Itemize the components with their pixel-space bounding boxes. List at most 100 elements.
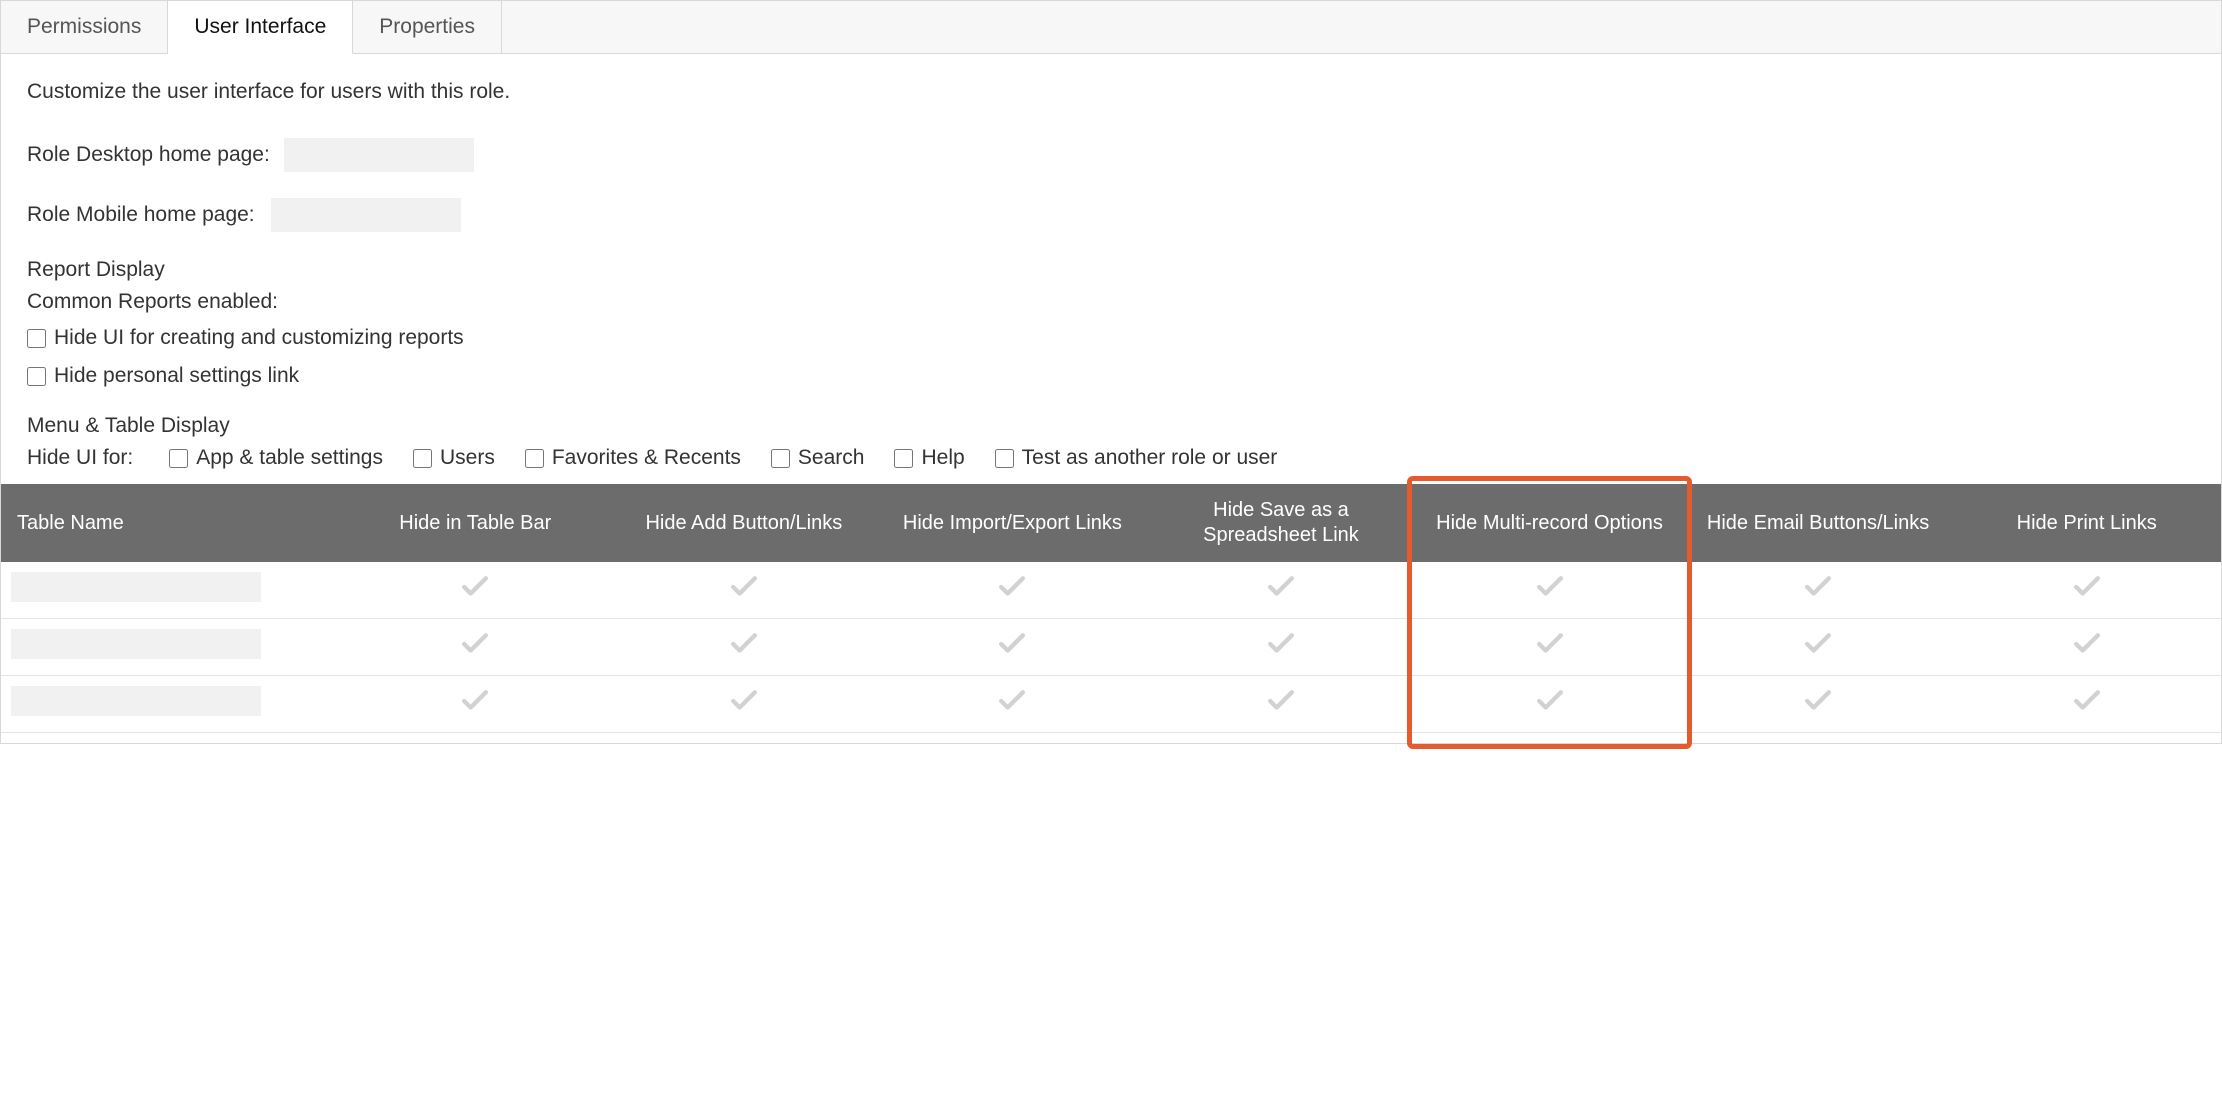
check-icon[interactable] — [462, 633, 488, 655]
cb-test-role[interactable]: Test as another role or user — [995, 446, 1278, 470]
th-hide-import: Hide Import/Export Links — [878, 484, 1147, 562]
table-header-row: Table Name Hide in Table Bar Hide Add Bu… — [1, 484, 2221, 562]
cell-toggle[interactable] — [1952, 562, 2221, 619]
cell-toggle[interactable] — [1415, 562, 1684, 619]
cell-toggle[interactable] — [610, 562, 879, 619]
cell-toggle[interactable] — [341, 676, 610, 733]
panel-description: Customize the user interface for users w… — [27, 80, 2195, 104]
cell-table-name — [1, 619, 341, 676]
cell-toggle[interactable] — [1684, 619, 1953, 676]
cell-table-name — [1, 562, 341, 619]
tab-properties[interactable]: Properties — [353, 1, 502, 53]
cb-users-label: Users — [440, 446, 495, 470]
cb-users[interactable]: Users — [413, 446, 495, 470]
check-icon[interactable] — [731, 576, 757, 598]
table-row — [1, 562, 2221, 619]
report-display-heading: Report Display — [27, 258, 2195, 282]
check-icon[interactable] — [731, 690, 757, 712]
cb-favorites[interactable]: Favorites & Recents — [525, 446, 741, 470]
check-icon[interactable] — [2074, 690, 2100, 712]
cb-favorites-label: Favorites & Recents — [552, 446, 741, 470]
cb-help-input[interactable] — [894, 449, 913, 468]
display-table: Table Name Hide in Table Bar Hide Add Bu… — [1, 484, 2221, 733]
desktop-home-label: Role Desktop home page: — [27, 143, 270, 167]
cell-toggle[interactable] — [1952, 676, 2221, 733]
check-icon[interactable] — [1805, 690, 1831, 712]
hide-personal-checkbox[interactable] — [27, 367, 46, 386]
cell-toggle[interactable] — [1684, 562, 1953, 619]
cell-toggle[interactable] — [1415, 676, 1684, 733]
check-icon[interactable] — [1805, 633, 1831, 655]
check-icon[interactable] — [1805, 576, 1831, 598]
cell-toggle[interactable] — [1684, 676, 1953, 733]
tab-permissions[interactable]: Permissions — [1, 1, 168, 53]
tab-user-interface[interactable]: User Interface — [168, 1, 353, 54]
cb-favorites-input[interactable] — [525, 449, 544, 468]
cb-users-input[interactable] — [413, 449, 432, 468]
cell-toggle[interactable] — [341, 562, 610, 619]
cb-search-label: Search — [798, 446, 865, 470]
mobile-home-input[interactable] — [271, 198, 461, 232]
cb-app-table-label: App & table settings — [196, 446, 383, 470]
check-icon[interactable] — [1268, 576, 1294, 598]
check-icon[interactable] — [999, 576, 1025, 598]
field-desktop-home: Role Desktop home page: — [27, 138, 2195, 172]
field-mobile-home: Role Mobile home page: — [27, 198, 2195, 232]
th-hide-save: Hide Save as a Spreadsheet Link — [1147, 484, 1416, 562]
cell-toggle[interactable] — [610, 619, 879, 676]
check-icon[interactable] — [731, 633, 757, 655]
th-hide-add: Hide Add Button/Links — [610, 484, 879, 562]
hide-personal-label: Hide personal settings link — [54, 364, 299, 388]
cb-help-label: Help — [921, 446, 964, 470]
cell-toggle[interactable] — [1147, 676, 1416, 733]
check-icon[interactable] — [2074, 633, 2100, 655]
hide-personal-checkbox-row[interactable]: Hide personal settings link — [27, 364, 2195, 388]
check-icon[interactable] — [2074, 576, 2100, 598]
common-reports-line: Common Reports enabled: — [27, 290, 2195, 314]
cell-toggle[interactable] — [341, 619, 610, 676]
cell-toggle[interactable] — [878, 619, 1147, 676]
check-icon[interactable] — [1537, 576, 1563, 598]
menu-table-heading: Menu & Table Display — [27, 414, 2195, 438]
check-icon[interactable] — [1537, 690, 1563, 712]
table-row — [1, 619, 2221, 676]
th-hide-multi: Hide Multi-record Options — [1415, 484, 1684, 562]
hide-reports-label: Hide UI for creating and customizing rep… — [54, 326, 464, 350]
check-icon[interactable] — [999, 690, 1025, 712]
cb-app-table-input[interactable] — [169, 449, 188, 468]
hide-reports-checkbox[interactable] — [27, 329, 46, 348]
cell-toggle[interactable] — [1415, 619, 1684, 676]
table-row — [1, 676, 2221, 733]
table-name-placeholder — [11, 572, 261, 602]
cell-toggle[interactable] — [878, 676, 1147, 733]
check-icon[interactable] — [462, 690, 488, 712]
check-icon[interactable] — [462, 576, 488, 598]
panel-user-interface: Customize the user interface for users w… — [1, 54, 2221, 743]
table-name-placeholder — [11, 686, 261, 716]
cell-table-name — [1, 676, 341, 733]
th-hide-email: Hide Email Buttons/Links — [1684, 484, 1953, 562]
check-icon[interactable] — [1537, 633, 1563, 655]
cell-toggle[interactable] — [1147, 619, 1416, 676]
table-wrap: Table Name Hide in Table Bar Hide Add Bu… — [1, 484, 2221, 733]
hide-ui-for-label: Hide UI for: — [27, 446, 133, 470]
check-icon[interactable] — [999, 633, 1025, 655]
th-hide-print: Hide Print Links — [1952, 484, 2221, 562]
table-name-placeholder — [11, 629, 261, 659]
cell-toggle[interactable] — [1147, 562, 1416, 619]
cell-toggle[interactable] — [878, 562, 1147, 619]
cell-toggle[interactable] — [610, 676, 879, 733]
cb-search[interactable]: Search — [771, 446, 865, 470]
cell-toggle[interactable] — [1952, 619, 2221, 676]
check-icon[interactable] — [1268, 690, 1294, 712]
cb-help[interactable]: Help — [894, 446, 964, 470]
hide-ui-row: Hide UI for: App & table settings Users … — [27, 446, 2195, 470]
desktop-home-input[interactable] — [284, 138, 474, 172]
hide-reports-checkbox-row[interactable]: Hide UI for creating and customizing rep… — [27, 326, 2195, 350]
check-icon[interactable] — [1268, 633, 1294, 655]
th-name: Table Name — [1, 484, 341, 562]
cb-test-role-input[interactable] — [995, 449, 1014, 468]
cb-search-input[interactable] — [771, 449, 790, 468]
cb-app-table[interactable]: App & table settings — [169, 446, 383, 470]
role-settings-container: Permissions User Interface Properties Cu… — [0, 0, 2222, 744]
